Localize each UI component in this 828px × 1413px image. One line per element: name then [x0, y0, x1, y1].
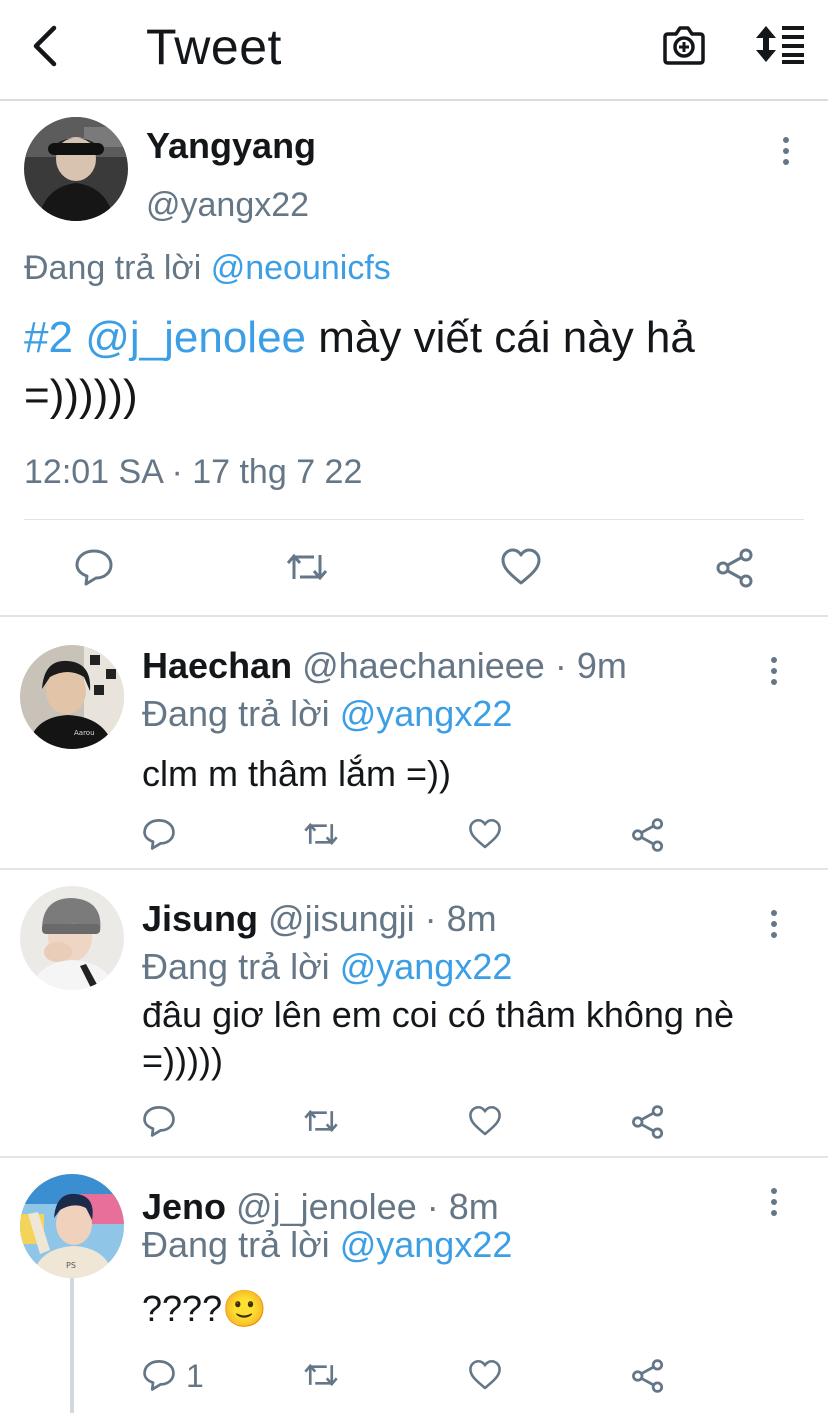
reply-header: Jisung @jisungji · 8m	[142, 898, 497, 940]
smile-emoji: 🙂	[222, 1288, 267, 1329]
reply-tweet[interactable]: Aarou Haechan @haechanieee · 9m Đang trả…	[0, 617, 828, 870]
author-handle[interactable]: @haechanieee	[302, 645, 545, 686]
author-name[interactable]: Yangyang	[146, 125, 316, 167]
replying-label: Đang trả lời	[142, 1224, 330, 1265]
hashtag-link[interactable]: #2	[24, 313, 73, 362]
tweet-text: #2 @j_jenolee mày viết cái này hả =)))))…	[24, 309, 804, 425]
top-bar: Tweet	[0, 0, 828, 101]
more-options-icon[interactable]	[766, 1188, 782, 1224]
like-heart-icon[interactable]	[468, 1104, 502, 1138]
reply-tweet[interactable]: Jisung @jisungji · 8m Đang trả lời @yang…	[0, 870, 828, 1158]
share-icon[interactable]	[630, 1358, 666, 1394]
avatar[interactable]: PS	[20, 1174, 124, 1278]
retweet-icon[interactable]	[302, 1104, 340, 1138]
replying-to-mention[interactable]: @yangx22	[340, 1224, 513, 1265]
replying-to-line: Đang trả lời @yangx22	[142, 1224, 512, 1266]
reply-actions: 1	[142, 1358, 702, 1398]
author-handle[interactable]: @jisungji	[268, 898, 415, 939]
more-options-icon[interactable]	[778, 137, 794, 173]
reply-text: ????🙂	[142, 1286, 782, 1332]
svg-text:PS: PS	[66, 1261, 76, 1270]
like-heart-icon[interactable]	[468, 1358, 502, 1392]
replying-to-line: Đang trả lời @yangx22	[142, 693, 512, 735]
reply-text-content: ????	[142, 1288, 223, 1329]
reply-icon[interactable]	[142, 1104, 176, 1138]
reply-text: clm m thâm lắm =))	[142, 753, 452, 794]
replying-to-line: Đang trả lời @neounicfs	[24, 249, 391, 288]
avatar[interactable]: Aarou	[20, 645, 124, 749]
main-tweet: Yangyang @yangx22 Đang trả lời @neounicf…	[0, 101, 828, 617]
share-icon[interactable]	[630, 1104, 666, 1140]
page-title: Tweet	[146, 19, 282, 75]
replying-to-mention[interactable]: @neounicfs	[211, 249, 391, 287]
relative-time: · 8m	[426, 1186, 499, 1227]
thread-connector-line	[70, 1278, 74, 1413]
reply-text: đâu giơ lên em coi có thâm không nè =)))…	[142, 994, 734, 1081]
replying-label: Đang trả lời	[142, 946, 330, 987]
replying-label: Đang trả lời	[24, 249, 202, 287]
share-icon[interactable]	[630, 817, 666, 853]
author-handle[interactable]: @j_jenolee	[236, 1186, 417, 1227]
reply-tweet[interactable]: PS Jeno @j_jenolee · 8m Đang trả lời @ya…	[0, 1158, 828, 1413]
svg-text:Aarou: Aarou	[74, 729, 95, 737]
reply-icon[interactable]	[142, 1358, 176, 1392]
more-options-icon[interactable]	[766, 910, 782, 946]
replying-label: Đang trả lời	[142, 693, 330, 734]
avatar[interactable]	[20, 886, 124, 990]
reply-actions	[142, 817, 702, 857]
replying-to-line: Đang trả lời @yangx22	[142, 946, 512, 988]
like-heart-icon[interactable]	[468, 817, 502, 851]
retweet-icon[interactable]	[302, 817, 340, 851]
back-chevron-icon[interactable]	[28, 24, 64, 68]
mention-link[interactable]: @j_jenolee	[85, 313, 306, 362]
like-heart-icon[interactable]	[500, 547, 542, 587]
tweet-timestamp: 12:01 SA · 17 thg 7 22	[24, 453, 363, 491]
relative-time: · 8m	[424, 898, 497, 939]
reply-actions	[142, 1104, 702, 1144]
author-name[interactable]: Haechan	[142, 645, 292, 686]
avatar[interactable]	[24, 117, 128, 221]
author-handle[interactable]: @yangx22	[146, 186, 309, 225]
sort-icon[interactable]	[754, 24, 806, 64]
author-name[interactable]: Jisung	[142, 898, 258, 939]
reply-header: Jeno @j_jenolee · 8m	[142, 1186, 499, 1228]
reply-count: 1	[186, 1358, 204, 1394]
reply-header: Haechan @haechanieee · 9m	[142, 645, 627, 687]
replying-to-mention[interactable]: @yangx22	[340, 946, 513, 987]
retweet-icon[interactable]	[284, 547, 330, 587]
relative-time: · 9m	[554, 645, 627, 686]
divider	[24, 519, 804, 520]
share-icon[interactable]	[714, 547, 756, 589]
reply-icon[interactable]	[74, 547, 114, 587]
reply-icon[interactable]	[142, 817, 176, 851]
retweet-icon[interactable]	[302, 1358, 340, 1392]
camera-icon[interactable]	[662, 24, 706, 66]
author-name[interactable]: Jeno	[142, 1186, 226, 1227]
more-options-icon[interactable]	[766, 657, 782, 693]
replying-to-mention[interactable]: @yangx22	[340, 693, 513, 734]
